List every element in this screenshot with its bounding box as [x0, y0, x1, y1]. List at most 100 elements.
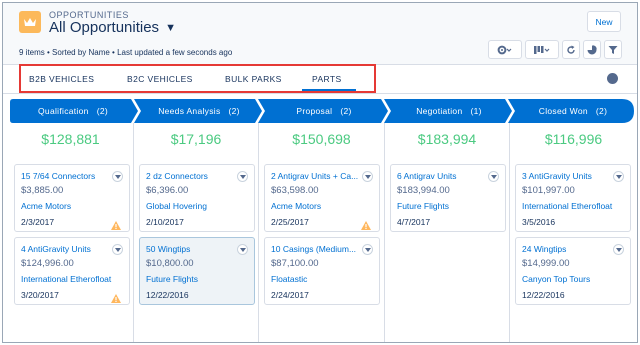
close-date: 2/3/2017: [21, 217, 55, 227]
account-link[interactable]: Global Hovering: [146, 201, 207, 211]
close-date: 2/24/2017: [271, 290, 309, 300]
account-link[interactable]: Future Flights: [146, 274, 198, 284]
display-as-button[interactable]: [525, 40, 559, 59]
opportunity-card[interactable]: 15 7/64 Connectors $3,885.00 Acme Motors…: [14, 164, 130, 232]
app-frame: OPPORTUNITIES All Opportunities ▼ 9 item…: [2, 2, 638, 343]
board-view-icon: [534, 45, 550, 54]
kanban-column-negotiation: $183,994 6 Antigrav Units $183,994.00 Fu…: [385, 123, 510, 342]
opportunity-card[interactable]: 10 Casings (Medium... $87,100.00 Floatas…: [264, 237, 380, 305]
chevron-down-icon: [364, 247, 371, 252]
chevron-down-icon: [114, 174, 121, 179]
opportunity-card[interactable]: 24 Wingtips $14,999.00 Canyon Top Tours …: [515, 237, 631, 305]
stage-proposal[interactable]: Proposal (2): [262, 99, 386, 123]
opportunity-name-link[interactable]: 4 AntiGravity Units: [21, 244, 109, 254]
stage-label: Proposal: [296, 106, 333, 116]
help-icon[interactable]: [607, 73, 618, 84]
list-header: OPPORTUNITIES All Opportunities ▼ 9 item…: [3, 3, 637, 65]
account-link[interactable]: International Etherofloat: [21, 274, 111, 284]
opportunity-name-link[interactable]: 10 Casings (Medium...: [271, 244, 359, 254]
close-date: 12/22/2016: [146, 290, 189, 300]
opportunity-card[interactable]: 6 Antigrav Units $183,994.00 Future Flig…: [390, 164, 506, 232]
settings-button[interactable]: [488, 40, 522, 59]
opportunity-name-link[interactable]: 15 7/64 Connectors: [21, 171, 109, 181]
card-menu-button[interactable]: [613, 244, 624, 255]
stage-count: (1): [470, 106, 482, 116]
stage-closed-won[interactable]: Closed Won (2): [512, 99, 634, 123]
kanban-column-needs-analysis: $17,196 2 dz Connectors $6,396.00 Global…: [134, 123, 259, 342]
card-menu-button[interactable]: [362, 171, 373, 182]
stage-qualification[interactable]: Qualification (2): [10, 99, 136, 123]
close-date: 2/25/2017: [271, 217, 309, 227]
close-date: 3/20/2017: [21, 290, 59, 300]
account-link[interactable]: Acme Motors: [271, 201, 321, 211]
card-menu-button[interactable]: [237, 244, 248, 255]
chevron-down-icon: [615, 247, 622, 252]
opportunity-name-link[interactable]: 3 AntiGravity Units: [522, 171, 610, 181]
charts-button[interactable]: [583, 40, 601, 59]
card-menu-button[interactable]: [488, 171, 499, 182]
opportunity-card[interactable]: 3 AntiGravity Units $101,997.00 Internat…: [515, 164, 631, 232]
warning-icon: [111, 217, 121, 235]
opportunity-name-link[interactable]: 50 Wingtips: [146, 244, 234, 254]
card-menu-button[interactable]: [237, 171, 248, 182]
chevron-down-icon: [239, 174, 246, 179]
close-date: 2/10/2017: [146, 217, 184, 227]
opportunity-amount: $6,396.00: [146, 185, 189, 196]
tabs-highlight-box: [19, 64, 376, 93]
opportunity-name-link[interactable]: 2 dz Connectors: [146, 171, 234, 181]
close-date: 12/22/2016: [522, 290, 565, 300]
account-link[interactable]: Floatastic: [271, 274, 307, 284]
stage-needs-analysis[interactable]: Needs Analysis (2): [138, 99, 260, 123]
card-menu-button[interactable]: [362, 244, 373, 255]
opportunity-amount: $14,999.00: [522, 258, 570, 269]
opportunity-card[interactable]: 2 Antigrav Units + Ca... $63,598.00 Acme…: [264, 164, 380, 232]
card-menu-button[interactable]: [112, 244, 123, 255]
column-total: $150,698: [292, 131, 351, 147]
stage-count: (2): [595, 106, 608, 116]
column-total: $128,881: [41, 131, 100, 147]
account-link[interactable]: Canyon Top Tours: [522, 274, 590, 284]
card-menu-button[interactable]: [613, 171, 624, 182]
kanban-column-qualification: $128,881 15 7/64 Connectors $3,885.00 Ac…: [8, 123, 134, 342]
card-menu-button[interactable]: [112, 171, 123, 182]
opportunity-name-link[interactable]: 24 Wingtips: [522, 244, 610, 254]
opportunity-amount: $10,800.00: [146, 258, 194, 269]
stage-label: Qualification: [38, 106, 89, 116]
warning-icon: [361, 217, 371, 235]
stage-negotiation[interactable]: Negotiation (1): [388, 99, 510, 123]
refresh-button[interactable]: [562, 40, 580, 59]
column-total: $17,196: [170, 131, 222, 147]
opportunity-amount: $183,994.00: [397, 185, 450, 196]
opportunity-card[interactable]: 4 AntiGravity Units $124,996.00 Internat…: [14, 237, 130, 305]
opportunity-name-link[interactable]: 2 Antigrav Units + Ca...: [271, 171, 359, 181]
stage-count: (2): [96, 106, 108, 116]
opportunity-amount: $3,885.00: [21, 185, 64, 196]
list-view-picker[interactable]: All Opportunities ▼: [49, 19, 176, 36]
opportunity-amount: $87,100.00: [271, 258, 319, 269]
close-date: 3/5/2016: [522, 217, 556, 227]
column-total: $116,996: [544, 131, 603, 147]
account-link[interactable]: International Etherofloat: [522, 201, 612, 211]
chevron-down-icon: [239, 247, 246, 252]
account-link[interactable]: Future Flights: [397, 201, 449, 211]
new-button[interactable]: New: [587, 11, 621, 32]
chevron-down-icon: [615, 174, 622, 179]
stage-label: Closed Won: [538, 106, 588, 116]
close-date: 4/7/2017: [397, 217, 431, 227]
warning-icon: [111, 290, 121, 308]
opportunity-card[interactable]: 2 dz Connectors $6,396.00 Global Hoverin…: [139, 164, 255, 232]
stage-label: Negotiation: [416, 106, 463, 116]
chevron-down-icon: [114, 247, 121, 252]
account-link[interactable]: Acme Motors: [21, 201, 71, 211]
filter-button[interactable]: [604, 40, 622, 59]
stage-count: (2): [228, 106, 240, 116]
opportunity-name-link[interactable]: 6 Antigrav Units: [397, 171, 485, 181]
crown-icon: [19, 11, 41, 33]
page-title: All Opportunities: [49, 19, 160, 36]
opportunity-card-selected[interactable]: 50 Wingtips $10,800.00 Future Flights 12…: [139, 237, 255, 305]
kanban-column-closed-won: $116,996 3 AntiGravity Units $101,997.00…: [510, 123, 637, 342]
opportunity-amount: $124,996.00: [21, 258, 74, 269]
chart-icon: [587, 44, 597, 54]
stage-label: Needs Analysis: [158, 106, 221, 116]
filter-icon: [608, 45, 618, 54]
